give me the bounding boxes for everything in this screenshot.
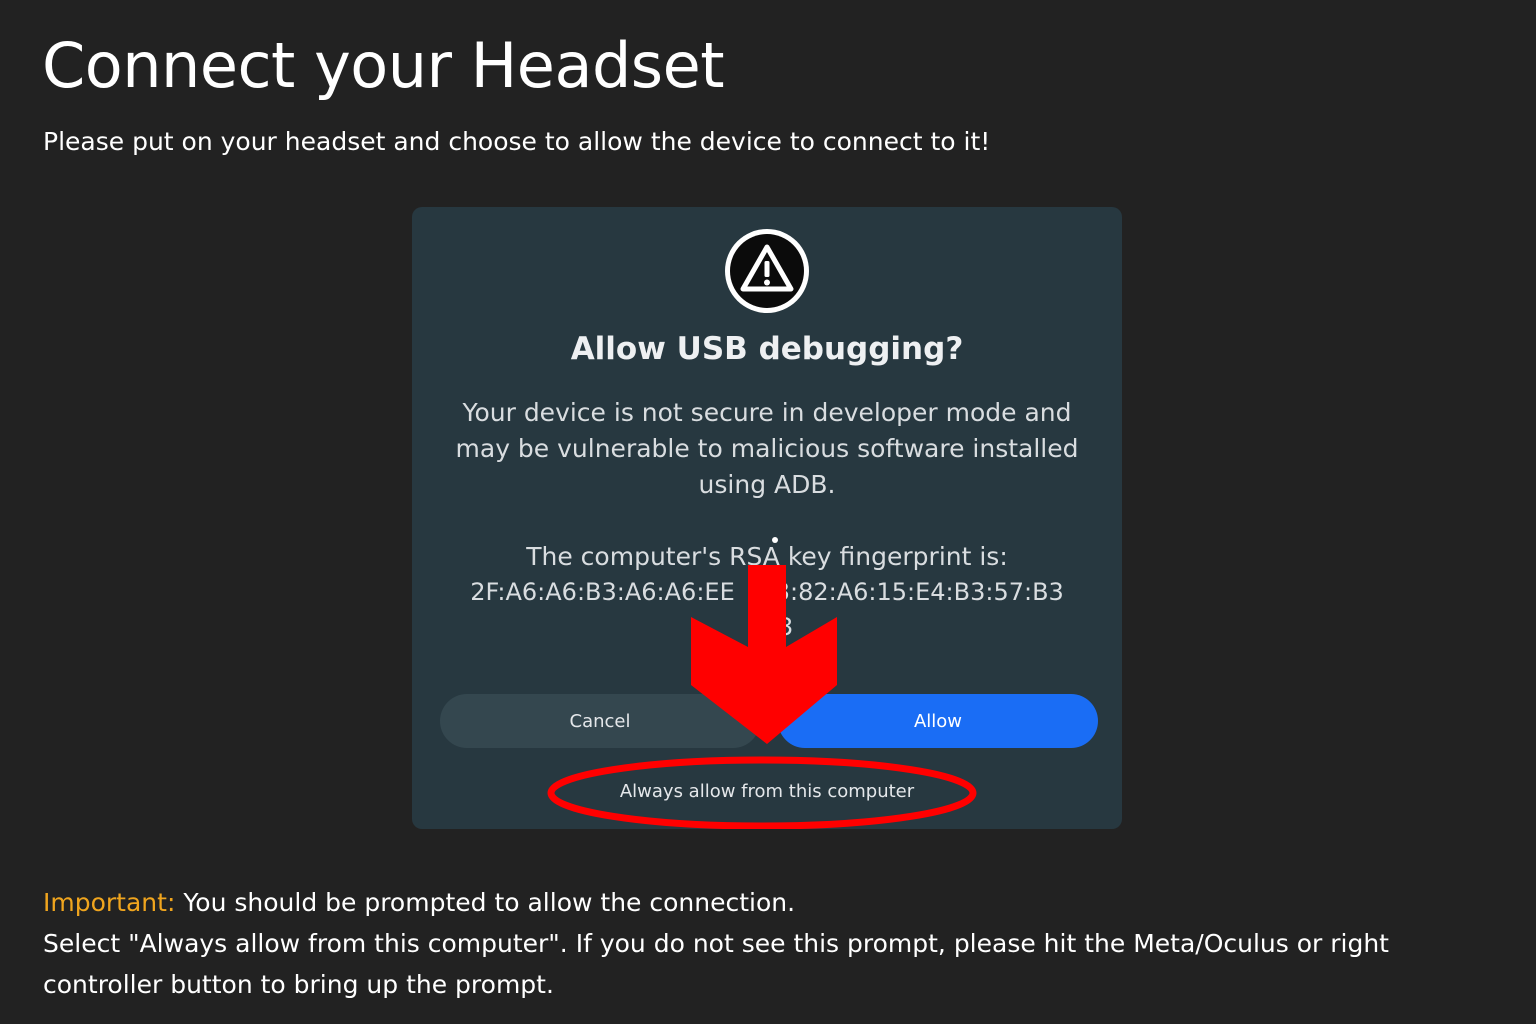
fingerprint-value: 2F:A6:A6:B3:A6:A6:EE​3:82:A6:15:E4:B3:57…	[412, 574, 1122, 610]
page-title: Connect your Headset	[42, 29, 725, 102]
important-notice: Important: You should be prompted to all…	[43, 882, 1493, 1005]
fingerprint-tail: 3	[778, 613, 794, 641]
usb-debugging-dialog-screenshot: Allow USB debugging? Your device is not …	[412, 207, 1122, 829]
fingerprint-value-right: 3:82:A6:15:E4:B3:57:B3	[774, 578, 1064, 606]
always-allow-option[interactable]: Always allow from this computer	[412, 778, 1122, 806]
fingerprint-label: The computer's RSA key fingerprint is:	[526, 542, 1008, 571]
dialog-body-text: Your device is not secure in developer m…	[455, 398, 1079, 499]
notice-line-1: You should be prompted to allow the conn…	[175, 888, 796, 917]
page-subtitle: Please put on your headset and choose to…	[43, 127, 991, 156]
notice-line-2: Select "Always allow from this computer"…	[43, 929, 1389, 999]
cancel-button[interactable]: Cancel	[440, 694, 760, 748]
fingerprint-value-left: 2F:A6:A6:B3:A6:A6:EE	[470, 578, 735, 606]
important-label: Important:	[43, 888, 176, 917]
warning-triangle-icon	[725, 229, 809, 313]
allow-button[interactable]: Allow	[778, 694, 1098, 748]
connect-headset-page: Connect your Headset Please put on your …	[0, 0, 1536, 1024]
dialog-title: Allow USB debugging?	[570, 331, 964, 367]
